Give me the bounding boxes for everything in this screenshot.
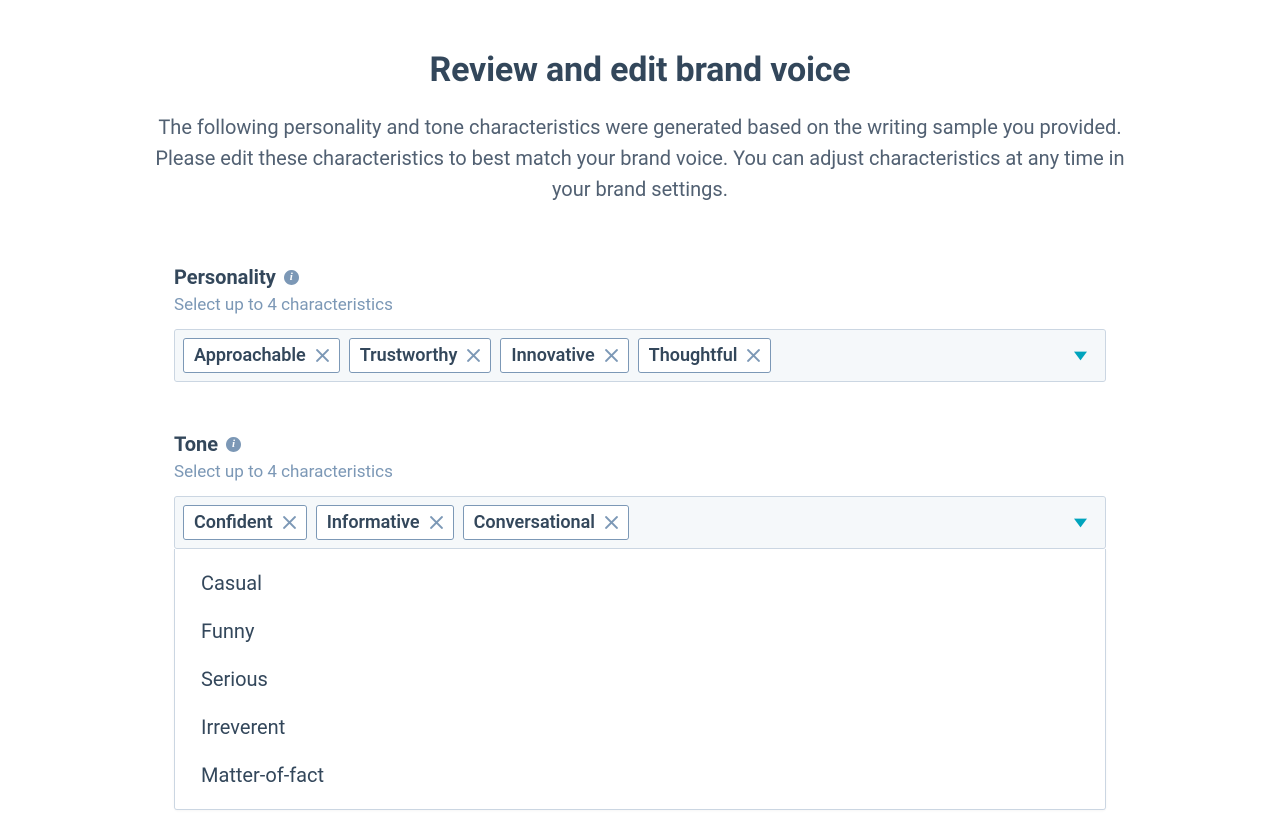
- option-irreverent[interactable]: Irreverent: [175, 703, 1105, 751]
- close-icon[interactable]: [747, 349, 760, 362]
- tone-helper: Select up to 4 characteristics: [174, 462, 1106, 482]
- option-funny[interactable]: Funny: [175, 607, 1105, 655]
- tag-label: Thoughtful: [649, 345, 738, 366]
- tone-label: Tone: [174, 432, 218, 456]
- personality-label: Personality: [174, 265, 276, 289]
- page-title: Review and edit brand voice: [140, 50, 1140, 90]
- info-icon[interactable]: i: [284, 270, 299, 285]
- personality-select[interactable]: Approachable Trustworthy Innovative: [174, 329, 1106, 382]
- page-subtitle: The following personality and tone chara…: [140, 112, 1140, 205]
- info-icon[interactable]: i: [226, 437, 241, 452]
- tag-innovative: Innovative: [500, 338, 628, 373]
- tag-approachable: Approachable: [183, 338, 340, 373]
- close-icon[interactable]: [283, 516, 296, 529]
- close-icon[interactable]: [605, 516, 618, 529]
- option-matter-of-fact[interactable]: Matter-of-fact: [175, 751, 1105, 799]
- tone-section: Tone i Select up to 4 characteristics Co…: [174, 432, 1106, 549]
- close-icon[interactable]: [430, 516, 443, 529]
- tag-label: Innovative: [511, 345, 594, 366]
- tag-label: Trustworthy: [360, 345, 458, 366]
- tag-label: Approachable: [194, 345, 306, 366]
- tag-label: Informative: [327, 512, 420, 533]
- tag-conversational: Conversational: [463, 505, 629, 540]
- page-header: Review and edit brand voice The followin…: [140, 50, 1140, 205]
- tone-select[interactable]: Confident Informative Conversational: [174, 496, 1106, 549]
- tag-label: Conversational: [474, 512, 595, 533]
- option-casual[interactable]: Casual: [175, 559, 1105, 607]
- tag-confident: Confident: [183, 505, 307, 540]
- tag-label: Confident: [194, 512, 273, 533]
- tone-dropdown: Casual Funny Serious Irreverent Matter-o…: [174, 549, 1106, 810]
- personality-helper: Select up to 4 characteristics: [174, 295, 1106, 315]
- tag-thoughtful: Thoughtful: [638, 338, 772, 373]
- personality-section: Personality i Select up to 4 characteris…: [174, 265, 1106, 382]
- chevron-down-icon[interactable]: [1074, 351, 1087, 361]
- close-icon[interactable]: [316, 349, 329, 362]
- chevron-down-icon[interactable]: [1074, 518, 1087, 528]
- close-icon[interactable]: [467, 349, 480, 362]
- tag-informative: Informative: [316, 505, 454, 540]
- option-serious[interactable]: Serious: [175, 655, 1105, 703]
- tag-trustworthy: Trustworthy: [349, 338, 492, 373]
- close-icon[interactable]: [605, 349, 618, 362]
